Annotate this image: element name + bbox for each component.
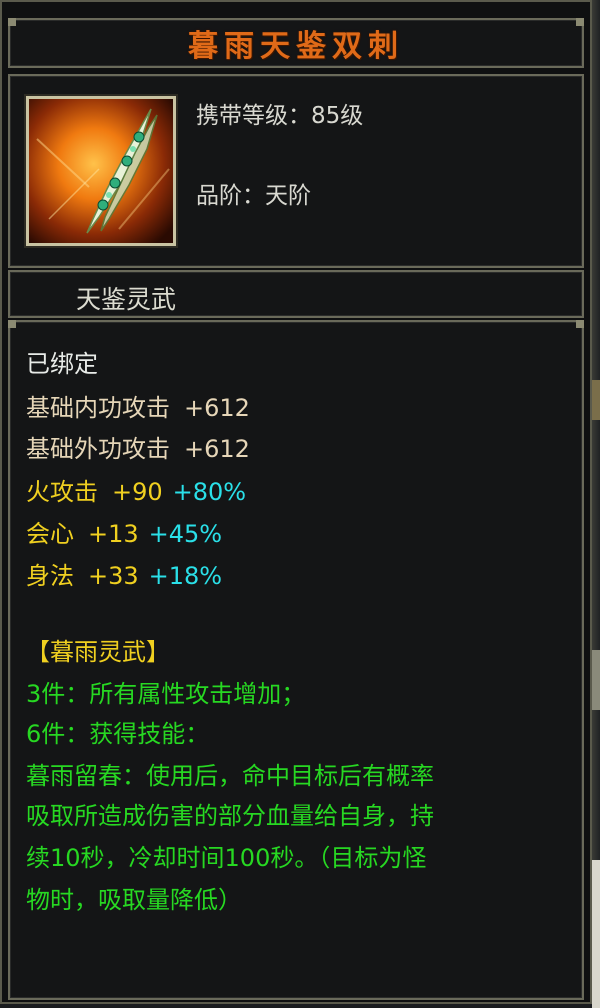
set-skill-line: 吸取所造成伤害的部分血量给自身，持 (26, 802, 434, 830)
stat-flat-value: +13 (88, 520, 139, 548)
set-bonus-3: 3件：所有属性攻击增加； (26, 680, 306, 708)
stat-flat-value: +90 (112, 478, 163, 506)
stat-percent-value: +80% (172, 478, 247, 506)
title-panel: 暮雨天鉴双刺 (8, 18, 584, 68)
stat-percent-value: +18% (148, 562, 223, 590)
set-name: 【暮雨灵武】 (26, 638, 170, 666)
stat-label: 基础外功攻击 (26, 435, 170, 463)
stat-row-base-external: 基础外功攻击 +612 (26, 435, 250, 463)
stat-label: 身法 (26, 562, 74, 590)
twin-daggers-weapon-icon[interactable] (26, 96, 176, 246)
set-skill-line: 暮雨留春：使用后，命中目标后有概率 (26, 762, 434, 790)
set-bonus-6: 6件：获得技能： (26, 720, 210, 748)
item-name: 暮雨天鉴双刺 (188, 29, 404, 64)
item-grade: 品阶：天阶 (196, 183, 311, 209)
bound-status: 已绑定 (26, 350, 98, 378)
set-skill-line: 物时，吸取量降低） (26, 886, 242, 914)
stat-label: 火攻击 (26, 478, 98, 506)
item-category: 天鉴灵武 (76, 285, 177, 314)
stat-value: +612 (184, 435, 250, 463)
stat-row-agility: 身法 +33 +18% (26, 562, 222, 590)
background-scene-strip (592, 380, 600, 420)
background-scene-strip (592, 860, 600, 1008)
background-scene-strip (592, 650, 600, 710)
tooltip-right-edge (592, 0, 600, 1008)
stats-panel: 已绑定 基础内功攻击 +612 基础外功攻击 +612 火攻击 +90 +80% 会心 +… (8, 320, 584, 1000)
category-panel: 天鉴灵武 (8, 270, 584, 318)
carry-level: 携带等级：85级 (196, 103, 364, 129)
corner-ornament (576, 320, 584, 328)
stat-label: 会心 (26, 520, 74, 548)
set-skill-line: 续10秒，冷却时间100秒。（目标为怪 (26, 844, 427, 872)
stat-row-fire-attack: 火攻击 +90 +80% (26, 478, 246, 506)
stat-value: +612 (184, 394, 250, 422)
stat-flat-value: +33 (88, 562, 139, 590)
item-header-panel: 携带等级：85级 品阶：天阶 (8, 74, 584, 268)
stat-row-crit: 会心 +13 +45% (26, 520, 222, 548)
corner-ornament (8, 320, 16, 328)
stat-row-base-internal: 基础内功攻击 +612 (26, 394, 250, 422)
stat-percent-value: +45% (148, 520, 223, 548)
stat-label: 基础内功攻击 (26, 394, 170, 422)
